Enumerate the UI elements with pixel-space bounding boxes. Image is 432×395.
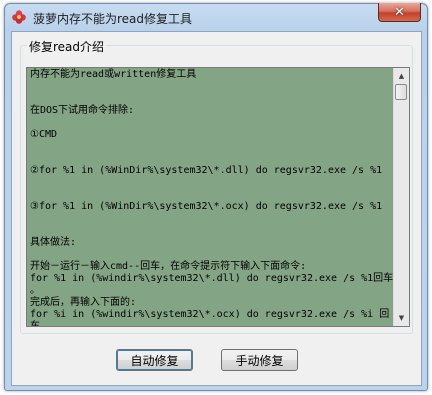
- text-line: 完成后，再输入下面的:: [30, 297, 137, 308]
- auto-repair-button[interactable]: 自动修复: [116, 349, 193, 371]
- text-line: [30, 225, 394, 237]
- text-line: ③for %1 in (%WinDir%\system32\*.ocx) do …: [30, 201, 383, 212]
- text-line: for %1 in (%windir%\system32\*.dll) do r…: [30, 273, 394, 284]
- manual-repair-button[interactable]: 手动修复: [221, 349, 298, 371]
- close-icon: ✕: [394, 4, 405, 20]
- scroll-thumb[interactable]: [395, 84, 407, 100]
- text-line: 在DOS下试用命令排除:: [30, 105, 135, 116]
- flower-icon: [11, 9, 27, 25]
- text-line: [30, 93, 394, 105]
- text-line: [30, 189, 394, 201]
- text-line: 内存不能为read或written修复工具: [30, 69, 197, 80]
- text-line: 。: [30, 285, 40, 296]
- intro-textarea[interactable]: 内存不能为read或written修复工具 在DOS下试用命令排除: ①CMD ②fo…: [26, 67, 410, 327]
- text-line: [30, 153, 394, 165]
- app-window: 菠萝内存不能为read修复工具 ✕ 修复read介绍 内存不能为read或wri…: [4, 3, 428, 391]
- close-button[interactable]: ✕: [378, 3, 421, 22]
- text-line: [30, 81, 394, 93]
- scroll-down-button[interactable]: ▼: [394, 310, 409, 326]
- scroll-up-button[interactable]: ▲: [394, 68, 409, 84]
- title-bar[interactable]: 菠萝内存不能为read修复工具 ✕: [5, 3, 427, 30]
- text-line: [30, 249, 394, 261]
- window-title: 菠萝内存不能为read修复工具: [33, 12, 193, 26]
- text-line: [30, 141, 394, 153]
- text-line: ②for %1 in (%WinDir%\system32\*.dll) do …: [30, 165, 383, 176]
- text-line: [30, 213, 394, 225]
- client-area: 修复read介绍 内存不能为read或written修复工具 在DOS下试用命令排…: [11, 31, 422, 386]
- intro-text: 内存不能为read或written修复工具 在DOS下试用命令排除: ①CMD ②fo…: [30, 69, 394, 327]
- groupbox-label: 修复read介绍: [27, 38, 107, 55]
- text-line: [30, 117, 394, 129]
- text-line: ①CMD: [30, 129, 58, 140]
- text-line: 开始－运行－输入cmd--回车，在命令提示符下输入下面命令:: [30, 261, 307, 272]
- text-line: for %i in (%windir%\system32\*.ocx) do r…: [30, 309, 390, 320]
- text-line: 车。: [30, 321, 50, 327]
- vertical-scrollbar[interactable]: ▲ ▼: [393, 68, 409, 326]
- triangle-down-icon: ▼: [398, 314, 405, 322]
- triangle-up-icon: ▲: [398, 72, 405, 80]
- text-line: 具体做法:: [30, 237, 77, 248]
- text-line: [30, 177, 394, 189]
